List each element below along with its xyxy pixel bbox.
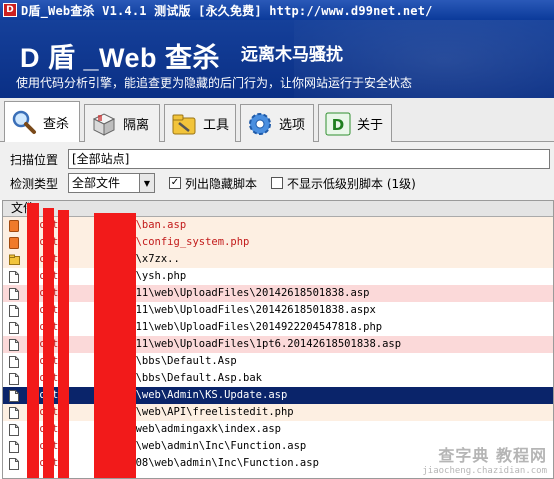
scan-options-panel: 扫描位置 [全部站点] 检测类型 全部文件 ▼ ✓ 列出隐藏脚本 不显示低级别脚… (0, 142, 554, 200)
tab-options[interactable]: 选项 (240, 104, 314, 142)
file-path: host\e1011\web\UploadFiles\2014261850183… (33, 302, 376, 319)
scan-location-label: 扫描位置 (10, 152, 59, 167)
file-path-tail: 629\web\admin\Inc\Function.asp (116, 440, 307, 452)
file-path-tail: n1108\web\admin\Inc\Function.asp (116, 457, 319, 469)
scan-location-field[interactable]: [全部站点] (68, 149, 550, 169)
tab-quarantine-label: 隔离 (123, 118, 150, 133)
file-path: host\n1108\web\admin\Inc\Function.asp (33, 455, 319, 472)
list-hidden-checkbox[interactable]: ✓ 列出隐藏脚本 (169, 175, 257, 192)
hide-lowlevel-checkbox[interactable]: 不显示低级别脚本 (1级) (271, 175, 416, 192)
php-file-icon (9, 220, 19, 232)
table-row[interactable]: host\web\ban.asp (3, 217, 553, 234)
brand-slogan: 远离木马骚扰 (241, 45, 343, 65)
table-row[interactable]: host\e1011\web\UploadFiles\2014261850183… (3, 285, 553, 302)
redaction-bar (58, 210, 69, 478)
folder-icon (9, 254, 20, 266)
table-row[interactable]: host\web\ysh.php (3, 268, 553, 285)
tab-options-label: 选项 (279, 118, 306, 133)
table-row[interactable]: host\e1011\web\UploadFiles\2014922204547… (3, 319, 553, 336)
folder-tools-icon (169, 109, 199, 139)
table-row[interactable]: host\e1011\web\UploadFiles\2014261850183… (3, 302, 553, 319)
file-icon (9, 339, 19, 351)
file-path: host\e1011\web\UploadFiles\2014922204547… (33, 319, 382, 336)
redaction-bar (94, 213, 136, 478)
tab-about[interactable]: D 关于 (318, 104, 392, 142)
file-path-tail: e1011\web\UploadFiles\20142618501838.asp… (116, 304, 376, 316)
file-path: host\ao2\web\API\freelistedit.php (33, 404, 294, 421)
table-row[interactable]: host\ao2\web\API\freelistedit.php (3, 404, 553, 421)
hide-lowlevel-label: 不显示低级别脚本 (1级) (287, 176, 416, 191)
file-icon (9, 373, 19, 385)
brand-title: D 盾 _Web 查杀 (20, 43, 221, 73)
file-icon (9, 271, 19, 283)
file-icon (9, 441, 19, 453)
window-title: D盾_Web查杀 V1.4.1 测试版 [永久免费] http://www.d9… (21, 3, 433, 18)
tab-tools-label: 工具 (203, 118, 230, 133)
scan-type-value: 全部文件 (68, 173, 140, 193)
magnifier-icon (9, 107, 39, 137)
file-path-tail: e1011\web\UploadFiles\2014922204547818.p… (116, 321, 383, 333)
file-path-tail: e1011\web\UploadFiles\1pt6.2014261850183… (116, 338, 402, 350)
results-list[interactable]: 文件 host\web\ban.asphost\web\config_syste… (2, 200, 554, 479)
list-hidden-label: 列出隐藏脚本 (185, 176, 258, 191)
file-icon (9, 305, 19, 317)
file-icon (9, 288, 19, 300)
table-row[interactable]: host\ao2\web\Admin\KS.Update.asp (3, 387, 553, 404)
redaction-bar (27, 203, 39, 478)
file-icon (9, 424, 19, 436)
file-path: host\629\web\admin\Inc\Function.asp (33, 438, 306, 455)
svg-text:D: D (332, 116, 344, 134)
file-path-tail: ao2\web\Admin\KS.Update.asp (116, 389, 288, 401)
tab-about-label: 关于 (357, 118, 384, 133)
brand-description: 使用代码分析引擎，能追查更为隐藏的后门行为，让你网站运行于安全状态 (16, 76, 413, 90)
file-path-tail: e1011\web\UploadFiles\20142618501838.asp (116, 287, 370, 299)
scan-type-row: 检测类型 全部文件 ▼ ✓ 列出隐藏脚本 不显示低级别脚本 (1级) (10, 173, 416, 193)
file-icon (9, 407, 19, 419)
results-rows: host\web\ban.asphost\web\config_system.p… (3, 217, 553, 472)
file-icon (9, 458, 19, 470)
tab-strip: 查杀 隔离 工具 选项 D 关于 (0, 98, 554, 143)
scan-type-label: 检测类型 (10, 176, 59, 191)
table-row[interactable]: host\629\web\admin\Inc\Function.asp (3, 438, 553, 455)
checkbox-checked-icon: ✓ (169, 177, 181, 189)
checkbox-empty-icon (271, 177, 284, 189)
chevron-down-icon[interactable]: ▼ (140, 173, 155, 193)
file-icon (9, 356, 19, 368)
table-row[interactable]: host\web\bbs\Default.Asp (3, 353, 553, 370)
table-row[interactable]: host\web\bbs\Default.Asp.bak (3, 370, 553, 387)
file-path-tail: web\config_system.php (116, 236, 250, 248)
redaction-bar (43, 208, 54, 478)
table-row[interactable]: host\web\config_system.php (3, 234, 553, 251)
d-logo-icon: D (323, 109, 353, 139)
scan-type-select[interactable]: 全部文件 ▼ (68, 173, 155, 193)
tab-scan[interactable]: 查杀 (4, 101, 80, 143)
gear-icon (245, 109, 275, 139)
file-path: host\ao2\web\Admin\KS.Update.asp (33, 387, 287, 404)
file-path-tail: 56\web\admingaxk\index.asp (116, 423, 281, 435)
scan-location-row: 扫描位置 [全部站点] (10, 149, 550, 169)
table-row[interactable]: host\web\x7zx.. (3, 251, 553, 268)
tab-scan-label: 查杀 (43, 116, 70, 132)
shield-app-icon: D (3, 3, 17, 17)
tab-tools[interactable]: 工具 (164, 104, 236, 142)
php-file-icon (9, 237, 19, 249)
title-bar: D D盾_Web查杀 V1.4.1 测试版 [永久免费] http://www.… (0, 0, 554, 20)
table-row[interactable]: host\56\web\admingaxk\index.asp (3, 421, 553, 438)
box-icon (89, 109, 119, 139)
file-path: host\e1011\web\UploadFiles\1pt6.20142618… (33, 336, 401, 353)
tab-quarantine[interactable]: 隔离 (84, 104, 160, 142)
file-icon (9, 390, 19, 402)
banner: D 盾 _Web 查杀 远离木马骚扰 使用代码分析引擎，能追查更为隐藏的后门行为… (0, 20, 554, 98)
file-path-tail: web\bbs\Default.Asp.bak (116, 372, 263, 384)
table-row[interactable]: host\n1108\web\admin\Inc\Function.asp (3, 455, 553, 472)
table-row[interactable]: host\e1011\web\UploadFiles\1pt6.20142618… (3, 336, 553, 353)
file-icon (9, 322, 19, 334)
column-header-file[interactable]: 文件 (3, 201, 553, 217)
file-path: host\e1011\web\UploadFiles\2014261850183… (33, 285, 369, 302)
file-path: host\56\web\admingaxk\index.asp (33, 421, 281, 438)
file-path-tail: ao2\web\API\freelistedit.php (116, 406, 294, 418)
